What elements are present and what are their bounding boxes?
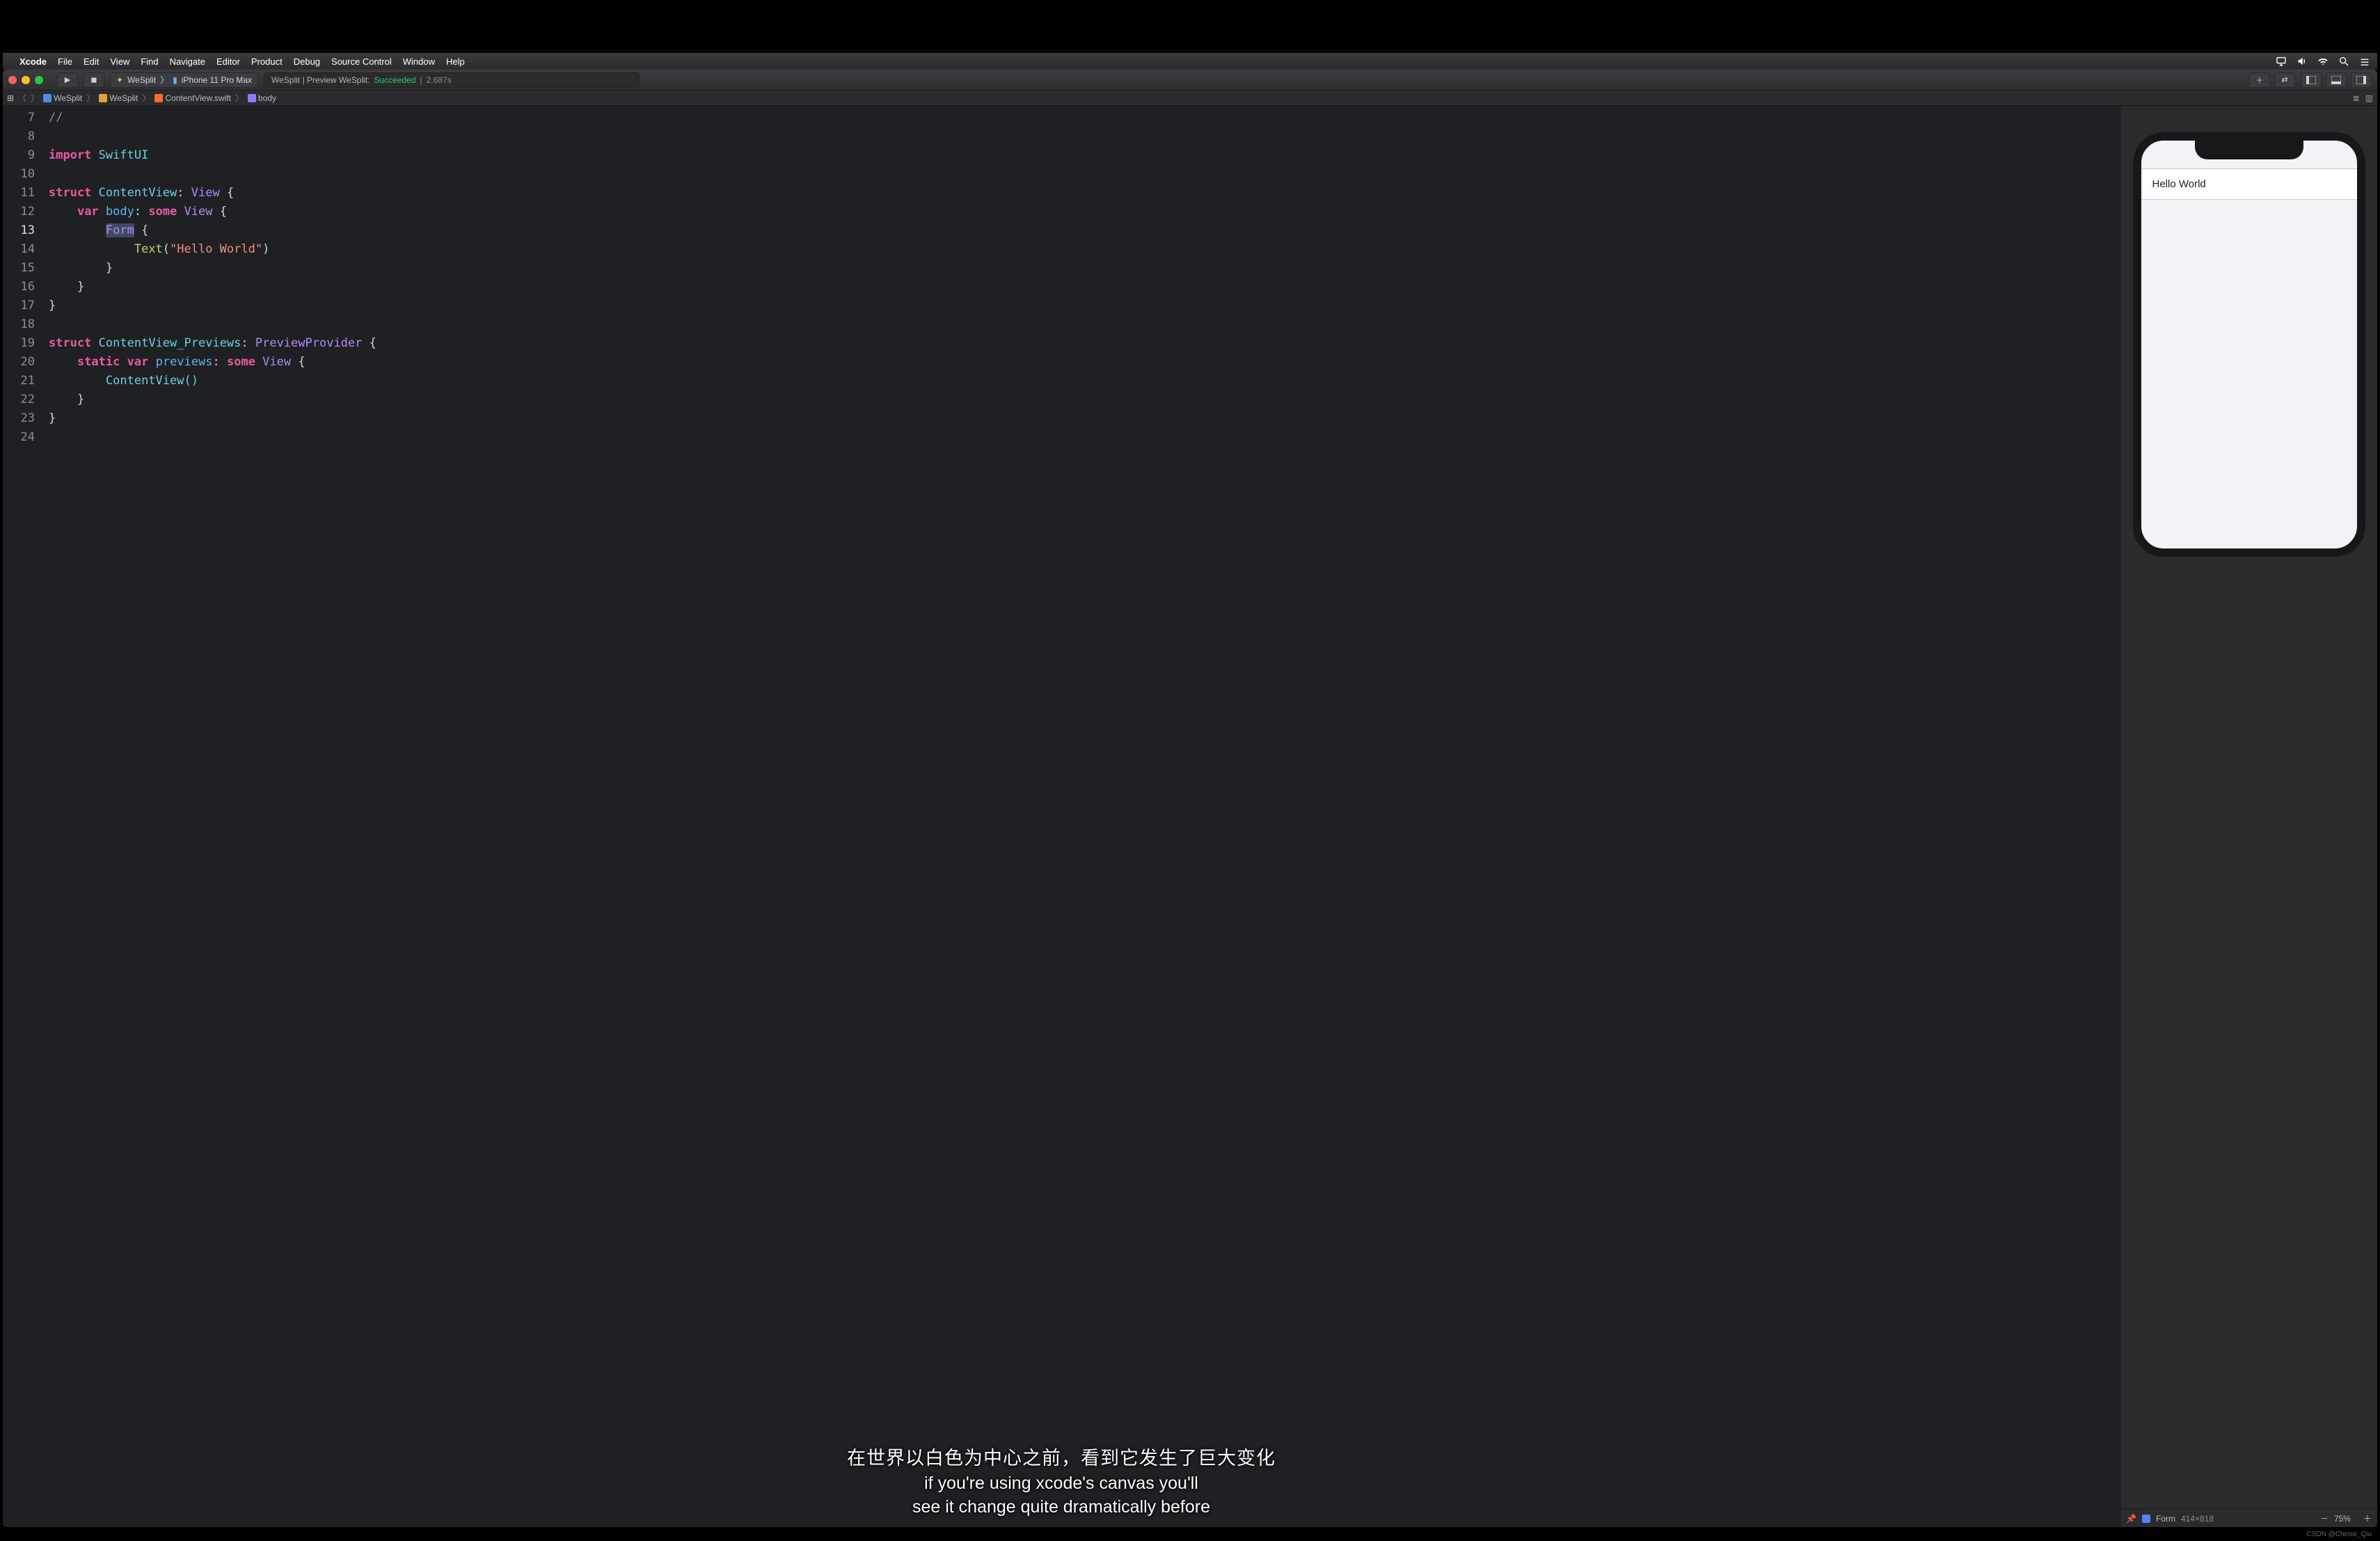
scheme-selector[interactable]: ✦WeSplit 〉 ▮iPhone 11 Pro Max (110, 72, 258, 88)
minimize-window-button[interactable] (22, 76, 30, 84)
menu-debug[interactable]: Debug (294, 56, 320, 67)
form-cell-text: Hello World (2152, 178, 2206, 190)
menu-view[interactable]: View (110, 56, 129, 67)
jump-folder: WeSplit (109, 93, 138, 103)
window-controls (8, 76, 43, 84)
app-name[interactable]: Xcode (19, 56, 47, 67)
form-cell: Hello World (2141, 169, 2357, 200)
menu-editor[interactable]: Editor (216, 56, 240, 67)
zoom-level: 75% (2334, 1514, 2351, 1524)
activity-viewer: WeSplit | Preview WeSplit: Succeeded | 2… (264, 72, 640, 88)
xcode-window: ▶ ◼ ✦WeSplit 〉 ▮iPhone 11 Pro Max WeSpli… (3, 70, 2377, 1527)
zoom-in-button[interactable]: ＋ (2363, 1512, 2372, 1524)
menu-source-control[interactable]: Source Control (331, 56, 392, 67)
toggle-debug-area-button[interactable] (2326, 72, 2347, 88)
preview-label: Form (2156, 1514, 2175, 1524)
editor-options-icon[interactable]: ≣ (2353, 93, 2360, 103)
add-editor-icon[interactable]: ▥ (2365, 93, 2373, 103)
library-add-button[interactable]: ＋ (2249, 72, 2270, 88)
nav-forward-button[interactable]: 〉 (31, 92, 39, 104)
simulator-device[interactable]: Hello World (2133, 132, 2365, 557)
menu-window[interactable]: Window (403, 56, 435, 67)
wifi-icon[interactable] (2317, 56, 2329, 67)
preview-canvas: Hello World 📌 Form 414×818 － 75% ＋ (2120, 106, 2377, 1527)
zoom-window-button[interactable] (35, 76, 43, 84)
screen-mirroring-icon[interactable] (2276, 56, 2287, 67)
menu-navigate[interactable]: Navigate (170, 56, 205, 67)
stop-button[interactable]: ◼ (84, 72, 104, 88)
preview-size: 414×818 (2181, 1514, 2214, 1524)
toggle-inspector-button[interactable] (2351, 72, 2372, 88)
run-button[interactable]: ▶ (57, 72, 78, 88)
menu-edit[interactable]: Edit (84, 56, 99, 67)
nav-back-button[interactable]: 〈 (18, 92, 26, 104)
spotlight-icon[interactable] (2338, 56, 2349, 67)
activity-status: Succeeded (374, 75, 415, 85)
volume-icon[interactable] (2296, 56, 2308, 67)
menu-file[interactable]: File (58, 56, 72, 67)
toggle-navigator-button[interactable] (2301, 72, 2322, 88)
code-content[interactable]: // import SwiftUI struct ContentView: Vi… (42, 106, 2120, 1527)
jump-symbol: body (258, 93, 276, 103)
activity-prefix: WeSplit | Preview WeSplit: (271, 75, 370, 85)
activity-time: 2.687s (427, 75, 452, 85)
macos-menubar: Xcode File Edit View Find Navigate Edito… (3, 53, 2377, 70)
canvas-footer: 📌 Form 414×818 － 75% ＋ (2120, 1509, 2377, 1527)
related-items-icon[interactable]: ⊞ (7, 93, 14, 103)
preview-type-icon (2142, 1515, 2150, 1523)
line-number-gutter: 789101112131415161718192021222324 (3, 106, 42, 1527)
menu-product[interactable]: Product (251, 56, 283, 67)
watermark: CSDN @Chenxi_Qiu (2306, 1531, 2372, 1538)
jump-project: WeSplit (54, 93, 82, 103)
scheme-device: iPhone 11 Pro Max (182, 75, 252, 85)
pin-preview-icon[interactable]: 📌 (2126, 1514, 2136, 1524)
code-editor[interactable]: 789101112131415161718192021222324 // imp… (3, 106, 2120, 1527)
control-center-icon[interactable] (2359, 56, 2370, 67)
scheme-project: WeSplit (127, 75, 156, 85)
close-window-button[interactable] (8, 76, 17, 84)
menu-help[interactable]: Help (446, 56, 465, 67)
menu-find[interactable]: Find (141, 56, 158, 67)
jump-bar[interactable]: ⊞ 〈 〉 WeSplit 〉 WeSplit 〉 ContentView.sw… (3, 90, 2377, 106)
zoom-out-button[interactable]: － (2320, 1512, 2329, 1524)
xcode-toolbar: ▶ ◼ ✦WeSplit 〉 ▮iPhone 11 Pro Max WeSpli… (3, 70, 2377, 90)
jump-file: ContentView.swift (165, 93, 231, 103)
code-review-button[interactable]: ⇄ (2274, 72, 2295, 88)
